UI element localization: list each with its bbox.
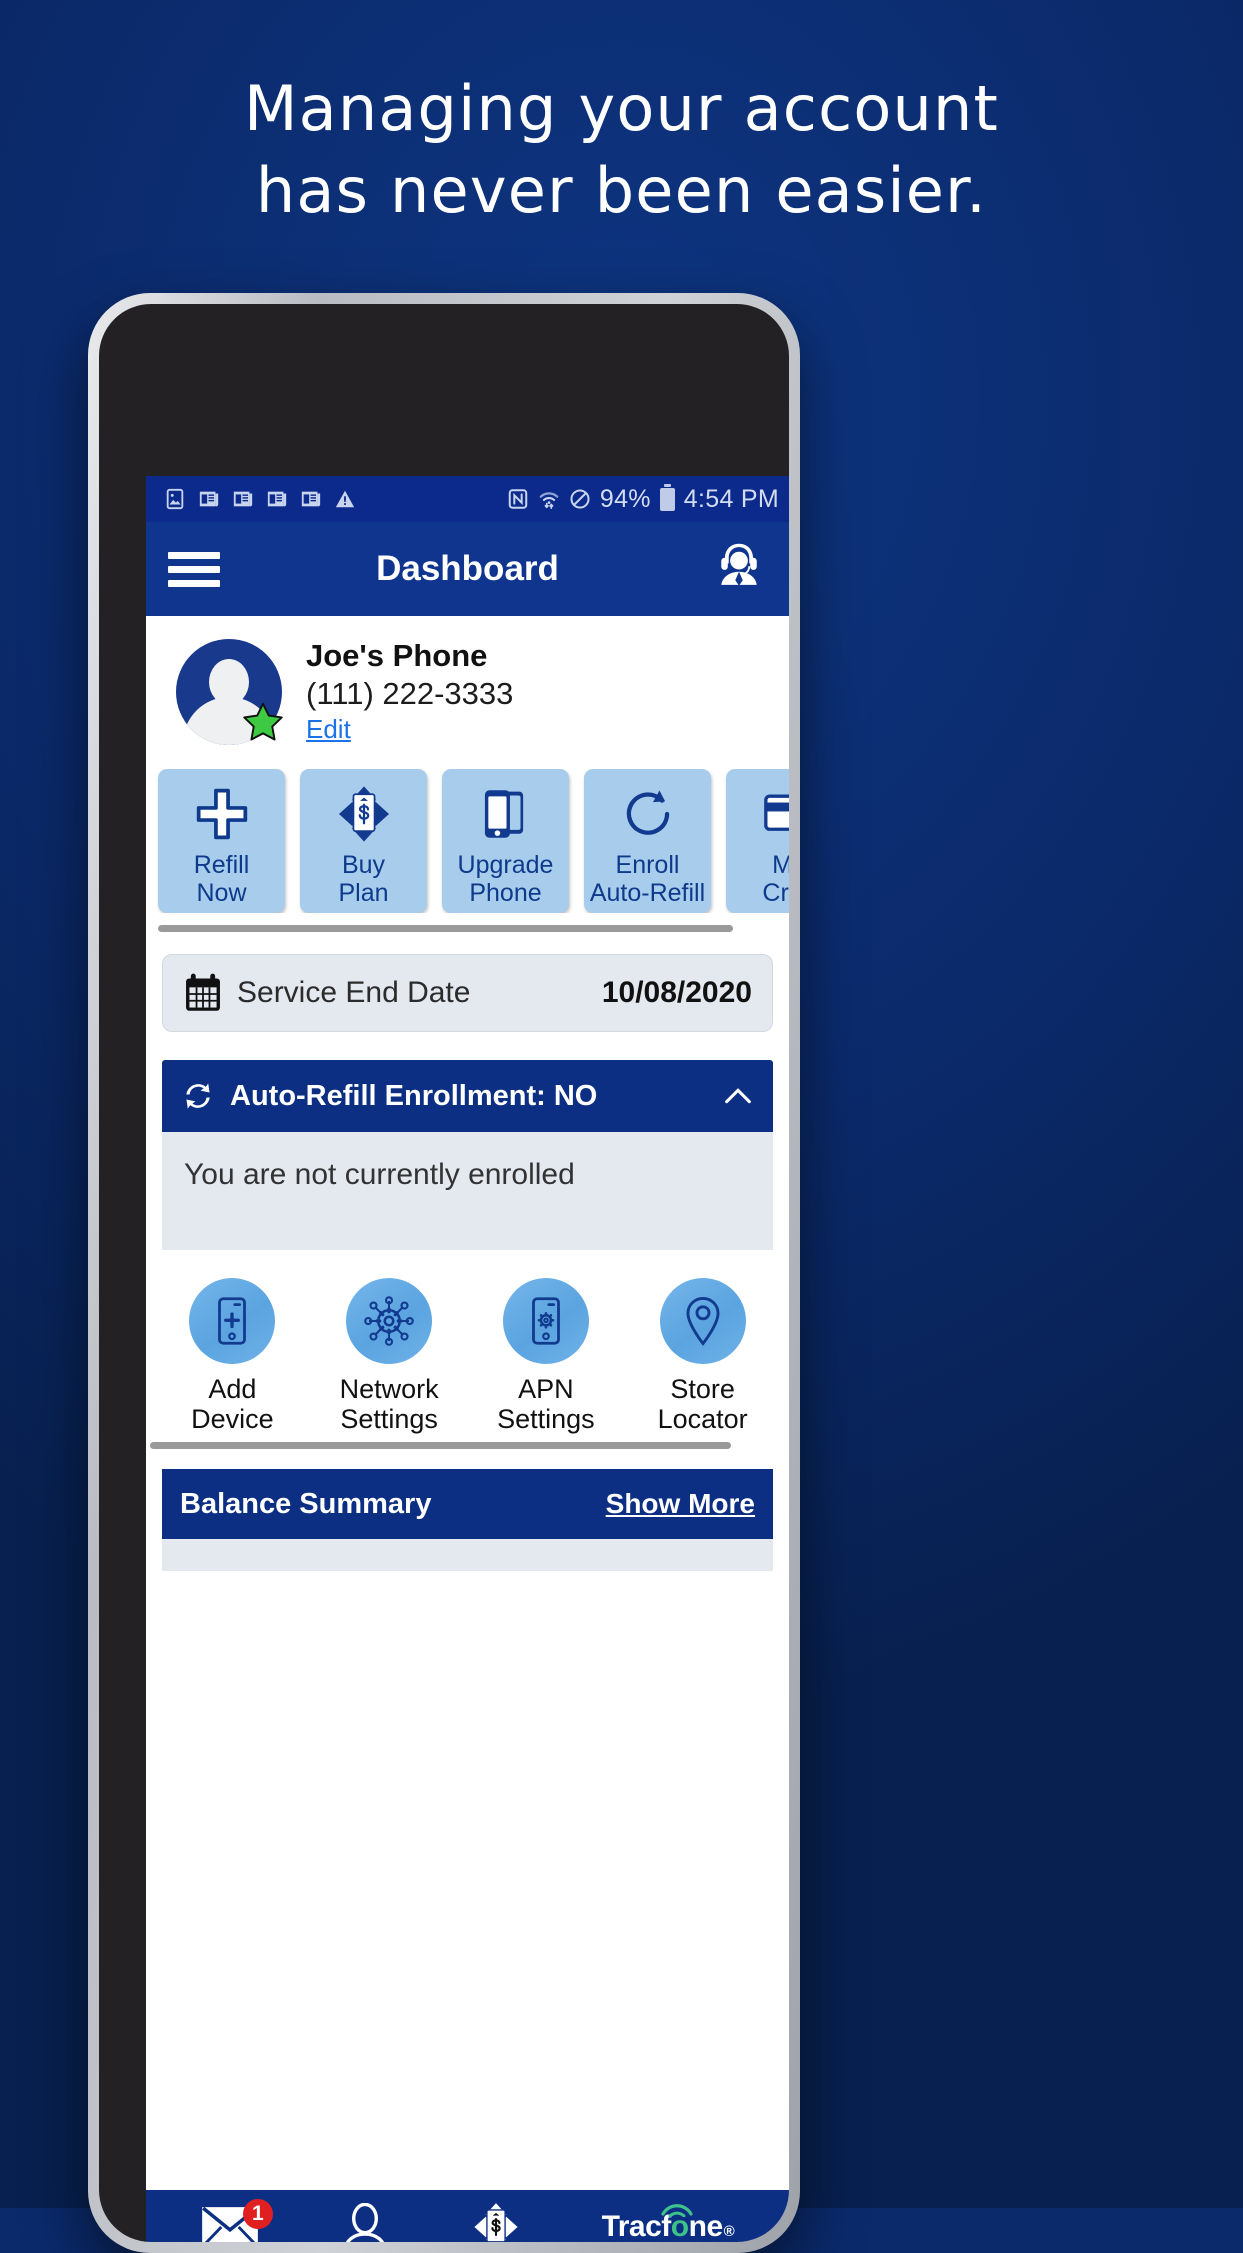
auto-refill-panel: Auto-Refill Enrollment: NO You are not c… <box>162 1060 773 1250</box>
profile-details: Joe's Phone (111) 222-3333 Edit <box>306 638 513 745</box>
quick-action-refill-now[interactable]: Refill Now <box>158 769 285 913</box>
quick-action-label: Buy Plan <box>338 851 389 907</box>
quick-action-upgrade-phone[interactable]: Upgrade Phone <box>442 769 569 913</box>
show-more-link[interactable]: Show More <box>606 1488 755 1520</box>
quick-action-buy-plan[interactable]: Buy Plan <box>300 769 427 913</box>
bottom-nav: 1 Tracf o ne ® <box>146 2190 789 2242</box>
wifi-data-icon <box>539 492 559 509</box>
quick-action-label: Refill Now <box>193 851 250 907</box>
auto-refill-body: You are not currently enrolled <box>162 1132 773 1250</box>
status-bar-notification-icons <box>164 488 356 510</box>
quick-action-label: Upgrade Phone <box>457 851 554 907</box>
service-end-date-value: 10/08/2020 <box>601 976 752 1009</box>
auto-refill-header[interactable]: Auto-Refill Enrollment: NO <box>162 1060 773 1132</box>
quick-actions-scrollbar[interactable] <box>158 925 733 932</box>
signal-arc-icon <box>661 2204 693 2217</box>
quick-actions-section: Refill Now Buy Plan Upgrade Phone Enroll… <box>146 765 789 932</box>
promo-headline: Managing your account has never been eas… <box>0 68 1243 232</box>
nav-payments[interactable] <box>472 2202 520 2242</box>
shortcut-label: Add Device <box>191 1374 274 1435</box>
quick-action-enroll-auto-refill[interactable]: Enroll Auto-Refill <box>584 769 711 913</box>
person-outline-icon <box>346 2203 385 2242</box>
message-badge: 1 <box>242 2199 273 2229</box>
service-end-date-label: Service End Date <box>237 976 471 1009</box>
profile-name: Joe's Phone <box>306 638 488 673</box>
page-title: Dashboard <box>376 549 559 588</box>
hamburger-menu-icon[interactable] <box>168 545 220 594</box>
brand-wordmark: Tracf o ne ® <box>602 2204 735 2242</box>
shortcuts-row: Add Device Network Settings APN Settings… <box>146 1250 789 1435</box>
tracfone-logo: Tracf o ne ® <box>602 2204 735 2242</box>
calendar-icon <box>186 973 220 1011</box>
registered-mark: ® <box>723 2223 735 2240</box>
avatar <box>176 638 283 745</box>
quick-action-label: Enroll Auto-Refill <box>589 851 706 907</box>
shortcut-network-settings[interactable]: Network Settings <box>319 1278 459 1434</box>
status-bar: 94% 4:54 PM <box>146 476 789 522</box>
service-end-date-row: Service End Date 10/08/2020 <box>162 954 773 1032</box>
brand-part-accent: o <box>661 2204 693 2242</box>
shortcut-add-device[interactable]: Add Device <box>162 1278 302 1434</box>
quick-action-label: Ma Cred <box>762 851 789 907</box>
shortcut-label: Store Locator <box>657 1374 748 1435</box>
nav-account[interactable] <box>340 2203 390 2242</box>
article-icon <box>199 491 219 507</box>
headline-line-1: Managing your account <box>243 72 1000 145</box>
battery-percentage: 94% <box>599 484 651 513</box>
shortcut-store-locator[interactable]: Store Locator <box>633 1278 773 1434</box>
money-bill-icon <box>337 783 391 845</box>
balance-summary-header: Balance Summary Show More <box>162 1469 773 1540</box>
article-icon <box>301 491 321 507</box>
shortcut-apn-settings[interactable]: APN Settings <box>476 1278 616 1434</box>
chevron-up-icon[interactable] <box>721 1079 755 1113</box>
phone-bezel: 94% 4:54 PM Dashboard Joe's Phone (111) … <box>99 304 789 2242</box>
edit-profile-link[interactable]: Edit <box>306 714 351 745</box>
battery-icon <box>659 483 675 511</box>
shortcut-label: APN Settings <box>497 1374 595 1435</box>
shortcut-label: Network Settings <box>339 1374 439 1435</box>
status-bar-system-icons: 94% 4:54 PM <box>507 483 779 514</box>
money-bill-icon <box>474 2203 518 2242</box>
profile-section: Joe's Phone (111) 222-3333 Edit <box>146 616 789 765</box>
network-hub-icon <box>346 1278 433 1364</box>
article-icon <box>233 491 253 507</box>
phone-gear-icon <box>502 1278 589 1364</box>
auto-refill-title: Auto-Refill Enrollment: NO <box>230 1079 598 1112</box>
nfc-icon <box>508 489 528 509</box>
map-pin-icon <box>659 1278 746 1364</box>
hamburger-bar <box>168 551 220 559</box>
auto-refill-status-text: You are not currently enrolled <box>184 1158 575 1191</box>
headline-line-2: has never been easier. <box>255 153 988 227</box>
refresh-cycle-icon <box>186 1083 210 1109</box>
hamburger-bar <box>168 565 220 573</box>
phone-mockup: 94% 4:54 PM Dashboard Joe's Phone (111) … <box>88 293 800 2253</box>
refresh-arrow-icon <box>620 783 676 845</box>
hamburger-bar <box>168 579 220 587</box>
clock: 4:54 PM <box>683 484 779 513</box>
quick-actions-scroller[interactable]: Refill Now Buy Plan Upgrade Phone Enroll… <box>146 769 789 913</box>
do-not-disturb-icon <box>570 489 590 509</box>
green-star-icon <box>243 702 283 740</box>
plus-icon <box>194 783 250 845</box>
balance-summary-title: Balance Summary <box>180 1487 432 1520</box>
customer-support-agent-icon[interactable] <box>711 540 767 598</box>
article-icon <box>267 491 287 507</box>
picture-icon <box>166 488 184 510</box>
shortcuts-scrollbar[interactable] <box>150 1442 731 1450</box>
quick-action-manage-credit-card[interactable]: Ma Cred <box>726 769 789 913</box>
app-bar: Dashboard <box>146 522 789 616</box>
two-phones-icon <box>477 783 535 845</box>
balance-summary-panel: Balance Summary Show More <box>162 1469 773 1572</box>
app-screen: 94% 4:54 PM Dashboard Joe's Phone (111) … <box>146 476 789 2242</box>
phone-plus-icon <box>189 1278 276 1364</box>
credit-card-icon <box>762 783 789 845</box>
profile-phone-number: (111) 222-3333 <box>306 676 514 711</box>
warning-triangle-icon <box>335 490 355 508</box>
balance-summary-body <box>162 1539 773 1572</box>
nav-messages[interactable]: 1 <box>201 2199 273 2242</box>
